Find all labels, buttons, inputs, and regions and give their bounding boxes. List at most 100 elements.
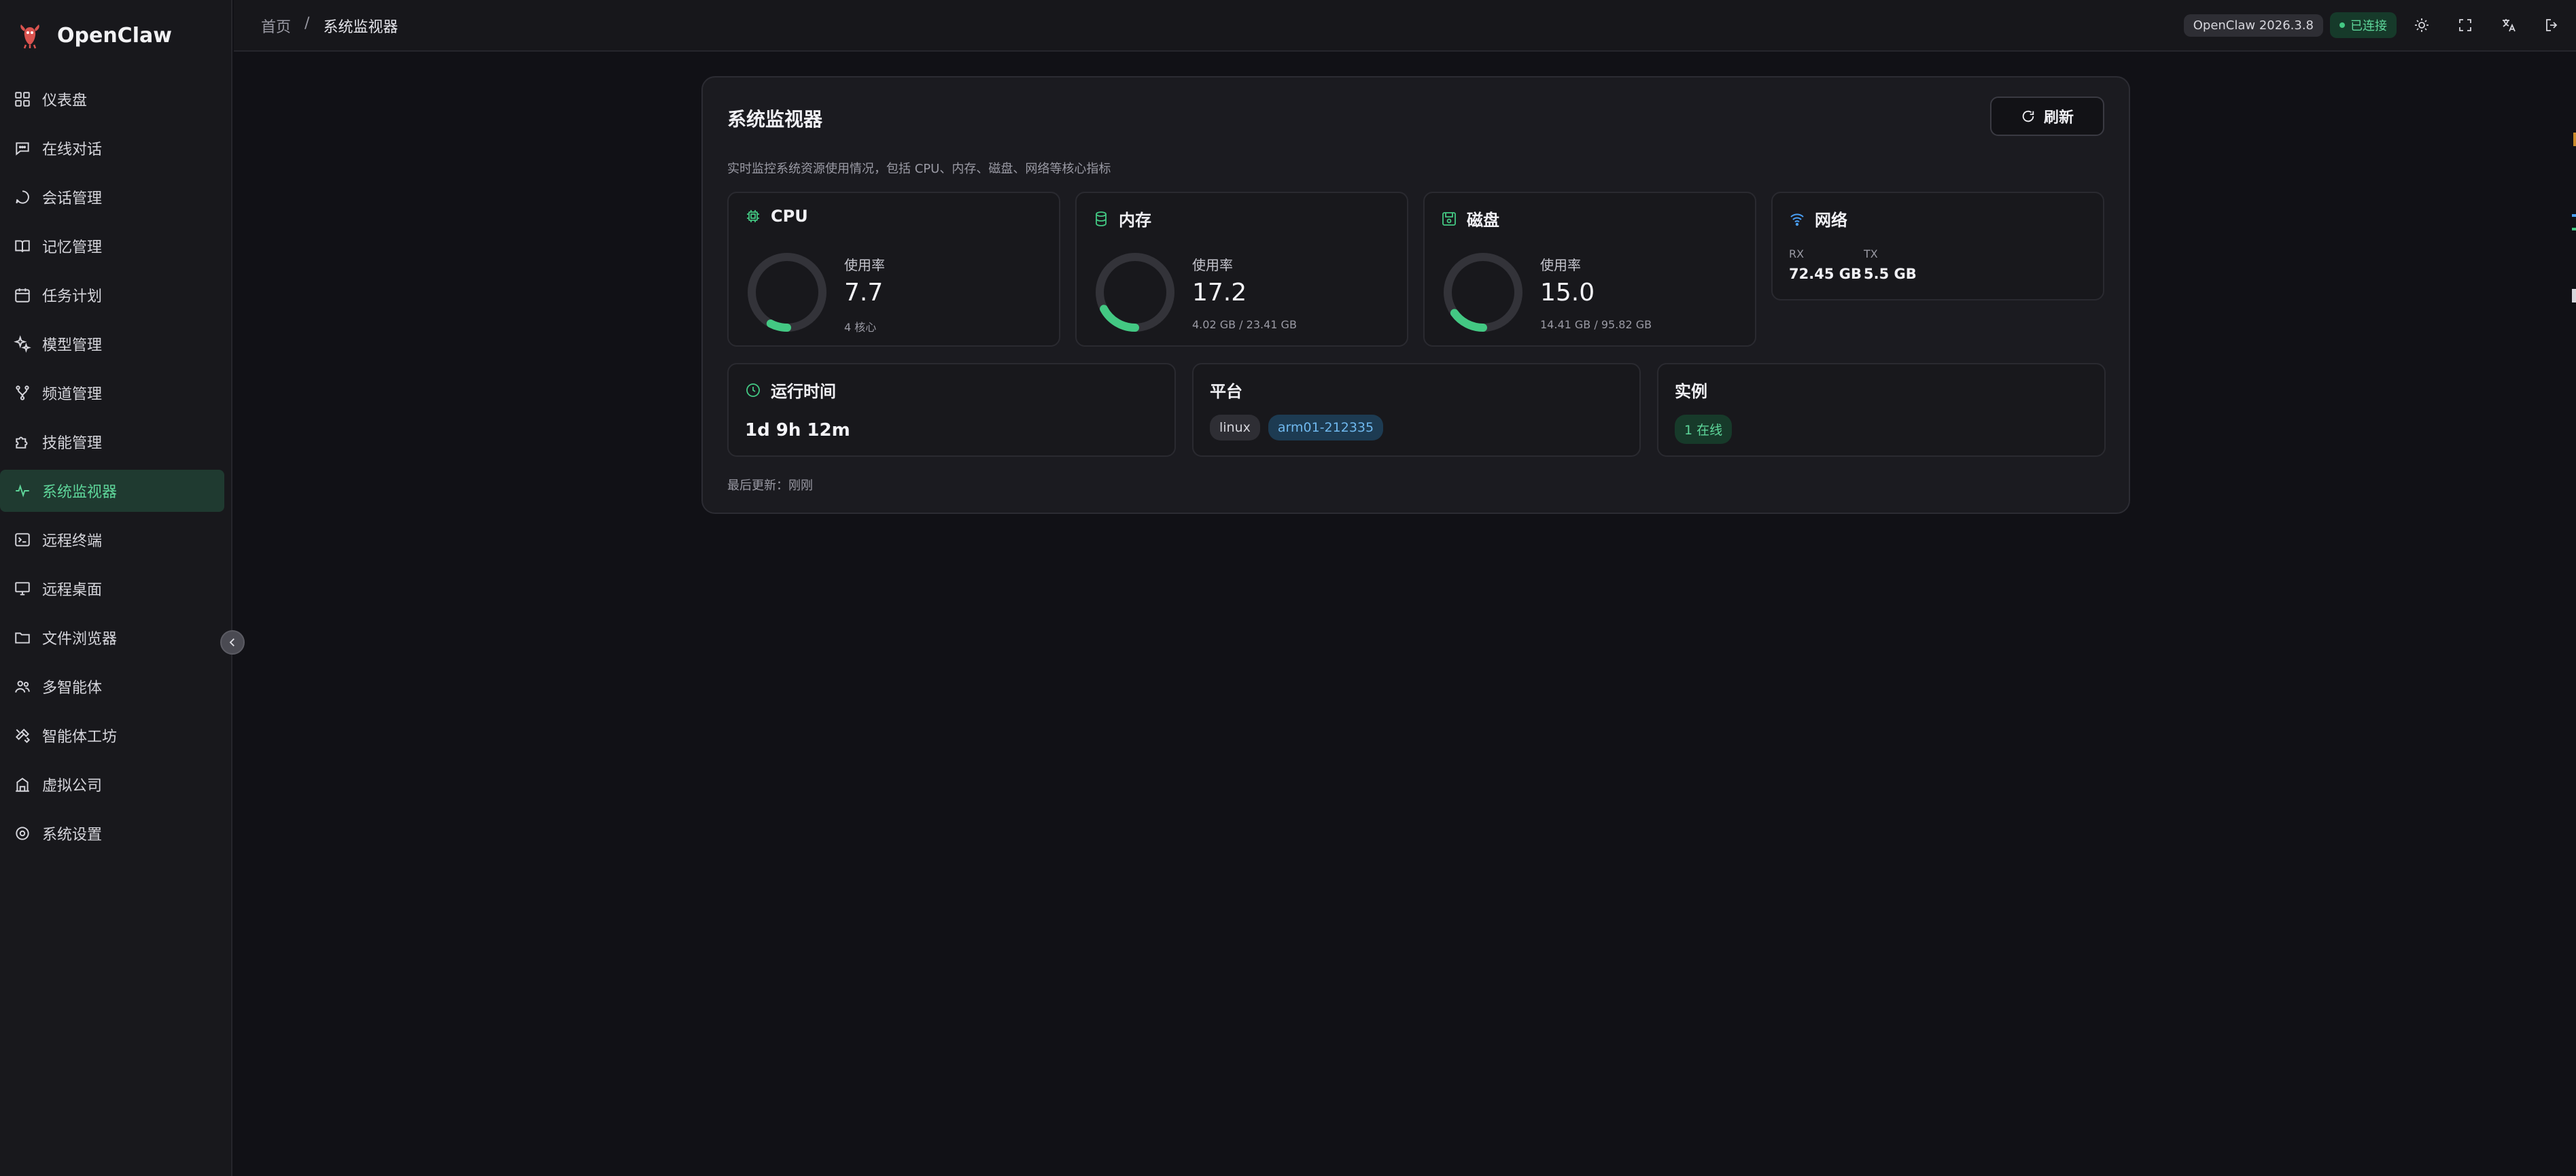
fullscreen-icon [2459,19,2471,31]
sidebar-item-remote-desktop[interactable]: 远程桌面 [0,568,224,610]
calendar-icon [15,288,30,302]
topbar: 首页 / 系统监视器 OpenClaw 2026.3.8 已连接 [234,0,2576,52]
topbar-actions: OpenClaw 2026.3.8 已连接 [2183,12,2571,39]
memory-amount: 4.02 GB / 23.41 GB [1192,318,1297,331]
sidebar-item-settings[interactable]: 系统设置 [0,812,224,854]
network-rx: RX 72.45 GB [1789,247,1862,282]
theme-toggle-button[interactable] [2403,12,2440,39]
language-button[interactable] [2490,12,2527,39]
sidebar-item-channels[interactable]: 频道管理 [0,372,224,414]
settings-icon [16,827,29,840]
sidebar-item-label: 系统设置 [42,827,103,844]
breadcrumb-separator: / [304,15,310,32]
database-icon [1096,211,1107,226]
platform-card: 平台 linux arm01-212335 [1192,363,1641,457]
cpu-title: CPU [771,207,808,226]
disk-card: 磁盘 使用率 15.0 14.41 GB / 95.82 GB [1423,192,1756,347]
sidebar-item-label: 会话管理 [42,190,103,207]
sidebar-item-label: 任务计划 [42,288,103,305]
app-name: OpenClaw [57,23,172,48]
os-tag: linux [1210,415,1260,440]
sidebar-item-label: 多智能体 [42,680,103,697]
cpu-gauge [748,253,826,332]
sidebar-item-label: 虚拟公司 [42,778,103,795]
sidebar-item-label: 记忆管理 [42,239,103,256]
rx-label: RX [1789,247,1805,260]
branch-icon [16,385,29,400]
sparkle-icon [14,335,31,353]
sun-icon [2415,18,2429,32]
sidebar-item-virtual-company[interactable]: 虚拟公司 [0,763,224,806]
disk-usage-label: 使用率 [1540,257,1581,273]
memory-usage-label: 使用率 [1192,257,1233,273]
cpu-usage-label: 使用率 [844,257,885,273]
lobster-logo-icon [20,24,39,49]
users-icon [15,680,30,693]
network-title: 网络 [1815,211,1847,230]
refresh-icon [2022,110,2034,122]
disk-icon [1442,211,1456,226]
version-badge: OpenClaw 2026.3.8 [2183,14,2323,37]
memory-usage-value: 17.2 [1192,279,1247,307]
right-edge-fragment [2572,133,2576,302]
sidebar-item-system-monitor[interactable]: 系统监视器 [0,470,224,512]
sidebar-collapse-button[interactable] [220,630,245,655]
sidebar-item-label: 仪表盘 [42,92,88,109]
folder-icon [15,632,30,644]
sidebar-item-chat[interactable]: 在线对话 [0,127,224,169]
last-update: 最后更新：刚刚 [727,479,813,493]
breadcrumb-home[interactable]: 首页 [261,15,291,37]
sidebar-item-label: 文件浏览器 [42,631,118,648]
logout-icon [2546,19,2558,31]
sidebar-item-label: 频道管理 [42,386,103,403]
fullscreen-button[interactable] [2447,12,2484,39]
disk-amount: 14.41 GB / 95.82 GB [1540,318,1652,331]
cpu-card: CPU 使用率 7.7 4 核心 [727,192,1060,347]
clock-icon [746,383,760,397]
app-logo[interactable]: OpenClaw [16,20,172,50]
refresh-button[interactable]: 刷新 [1990,97,2104,136]
host-tag: arm01-212335 [1268,415,1384,440]
sidebar-item-skills[interactable]: 技能管理 [0,421,224,463]
puzzle-icon [16,436,28,449]
cpu-icon [747,210,759,222]
connection-status-text: 已连接 [2350,19,2387,33]
chat-icon [16,142,29,156]
sidebar-item-agent-workshop[interactable]: 智能体工坊 [0,714,224,757]
sidebar-item-label: 模型管理 [42,337,103,354]
sidebar-item-label: 系统监视器 [42,484,118,501]
breadcrumb-current: 系统监视器 [323,19,398,36]
disk-usage-value: 15.0 [1540,279,1595,307]
translate-icon [2503,19,2516,32]
sidebar-item-sessions[interactable]: 会话管理 [0,176,224,218]
sidebar-item-terminal[interactable]: 远程终端 [0,519,224,561]
cpu-cores: 4 核心 [844,321,877,334]
tools-icon [15,728,31,744]
dashboard-icon [15,92,30,107]
sidebar-item-models[interactable]: 模型管理 [0,323,224,365]
sidebar-item-tasks[interactable]: 任务计划 [0,274,224,316]
sidebar-item-label: 在线对话 [42,141,103,158]
uptime-title: 运行时间 [771,382,836,401]
connection-status-badge: 已连接 [2330,12,2397,38]
status-dot-icon [2339,22,2345,28]
logout-button[interactable] [2534,12,2571,39]
sidebar-item-multi-agent[interactable]: 多智能体 [0,665,224,708]
tx-value: 5.5 GB [1864,266,1917,282]
memory-title: 内存 [1119,211,1151,230]
sidebar-item-label: 远程终端 [42,533,103,550]
sidebar-item-dashboard[interactable]: 仪表盘 [0,78,224,120]
tx-label: TX [1864,247,1878,260]
breadcrumb: 首页 / 系统监视器 [261,15,398,37]
memory-gauge [1096,253,1174,332]
instances-online-tag: 1 在线 [1675,415,1733,444]
activity-icon [16,484,29,498]
refresh-label: 刷新 [2043,109,2074,126]
cpu-usage-value: 7.7 [844,279,884,307]
sidebar-item-file-browser[interactable]: 文件浏览器 [0,617,224,659]
sidebar-item-label: 远程桌面 [42,582,103,599]
memory-card: 内存 使用率 17.2 4.02 GB / 23.41 GB [1075,192,1408,347]
page-description: 实时监控系统资源使用情况，包括 CPU、内存、磁盘、网络等核心指标 [727,162,1111,176]
disk-gauge [1444,253,1522,332]
sidebar-item-memory[interactable]: 记忆管理 [0,225,224,267]
